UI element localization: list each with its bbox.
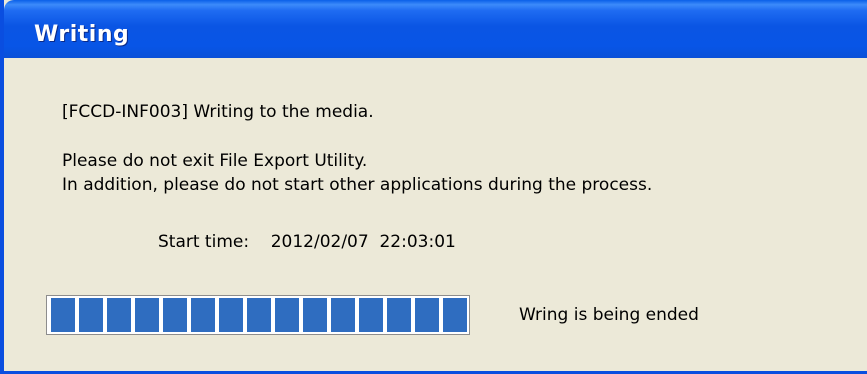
progress-bar — [46, 295, 470, 335]
start-time-row: Start time: 2012/02/07 22:03:01 — [158, 232, 456, 252]
progress-segment — [387, 298, 411, 332]
writing-dialog: Writing [FCCD-INF003] Writing to the med… — [0, 0, 867, 374]
progress-segment — [191, 298, 215, 332]
progress-segment — [107, 298, 131, 332]
progress-segment — [331, 298, 355, 332]
start-time-label: Start time: — [158, 232, 250, 252]
progress-segment — [303, 298, 327, 332]
progress-segment — [359, 298, 383, 332]
info-message: [FCCD-INF003] Writing to the media. — [62, 102, 374, 122]
progress-status: Wring is being ended — [519, 305, 699, 325]
progress-segment — [443, 298, 467, 332]
window-title: Writing — [34, 22, 130, 47]
progress-segment — [275, 298, 299, 332]
progress-segment — [247, 298, 271, 332]
warning-line-1: Please do not exit File Export Utility. — [62, 151, 368, 171]
progress-segment — [415, 298, 439, 332]
progress-segment — [79, 298, 103, 332]
warning-line-2: In addition, please do not start other a… — [62, 175, 653, 195]
progress-segment — [51, 298, 75, 332]
progress-segment — [163, 298, 187, 332]
start-time-value: 2012/02/07 22:03:01 — [270, 232, 456, 252]
progress-segment — [219, 298, 243, 332]
title-bar[interactable]: Writing — [4, 0, 867, 58]
progress-segment — [135, 298, 159, 332]
